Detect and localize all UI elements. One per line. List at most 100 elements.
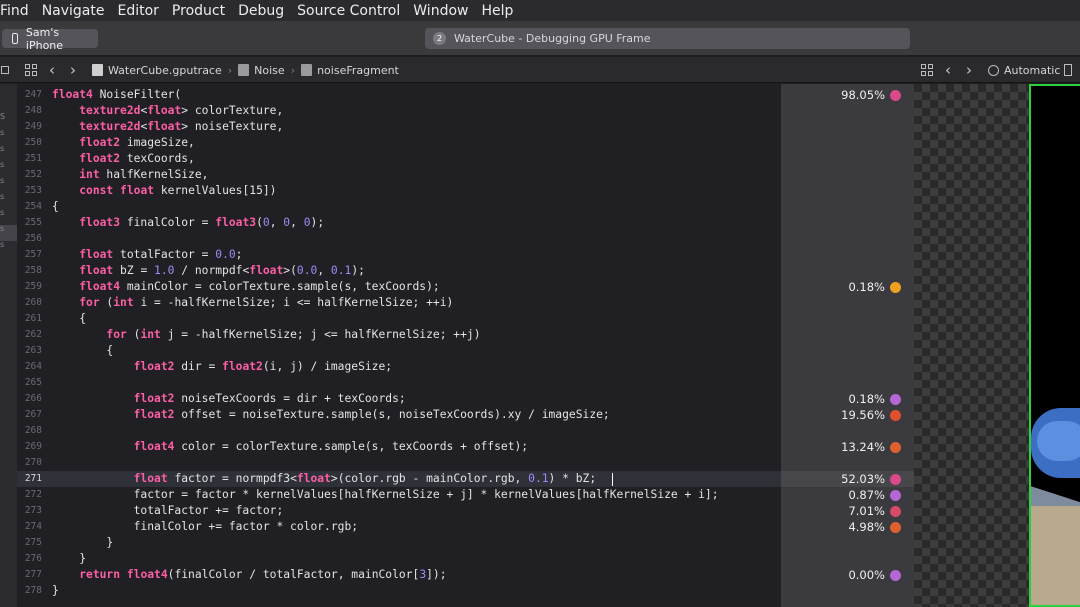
code-line[interactable]: 250 float2 imageSize,	[17, 135, 781, 151]
keyword-token: float	[147, 120, 182, 133]
breadcrumb-item-noise[interactable]: Noise	[254, 64, 285, 77]
navigator-row-label[interactable]: s	[0, 224, 4, 233]
source-editor[interactable]: 247 float4 NoiseFilter(248 texture2d<floa…	[17, 84, 781, 607]
code-line[interactable]: 260 for (int i = -halfKernelSize; i <= h…	[17, 295, 781, 311]
code-token: kernelValues[15])	[154, 184, 277, 197]
code-line[interactable]: 254 {	[17, 199, 781, 215]
code-line[interactable]: 274 finalColor += factor * color.rgb;	[17, 519, 781, 535]
code-line[interactable]: 251 float2 texCoords,	[17, 151, 781, 167]
render-target-preview[interactable]	[1029, 84, 1080, 607]
code-line[interactable]: 262 for (int j = -halfKernelSize; j <= h…	[17, 327, 781, 343]
activity-badge: 2	[433, 32, 446, 45]
line-cost-metric[interactable]: 98.05%	[841, 87, 901, 103]
code-line[interactable]: 271 float factor = normpdf3<float>(color…	[17, 471, 781, 487]
code-line[interactable]: 248 texture2d<float> colorTexture,	[17, 103, 781, 119]
code-line[interactable]: 258 float bZ = 1.0 / normpdf<float>(0.0,…	[17, 263, 781, 279]
assistant-forward-icon[interactable]: ›	[966, 57, 972, 83]
line-cost-metric[interactable]: 19.56%	[841, 407, 901, 423]
menu-item-product[interactable]: Product	[172, 3, 238, 19]
line-cost-metric[interactable]: 52.03%	[841, 471, 901, 487]
code-line[interactable]: 255 float3 finalColor = float3(0, 0, 0);	[17, 215, 781, 231]
navigator-row-label[interactable]: s	[0, 128, 4, 137]
menu-item-navigate[interactable]: Navigate	[42, 3, 118, 19]
related-items-icon[interactable]	[25, 57, 37, 83]
menu-item-source-control[interactable]: Source Control	[297, 3, 413, 19]
code-line[interactable]: 265	[17, 375, 781, 391]
frame-viewer[interactable]	[914, 84, 1080, 607]
navigator-row-label[interactable]: s	[0, 176, 4, 185]
navigator-row-label[interactable]: s	[0, 160, 4, 169]
cost-pie-icon	[890, 281, 901, 293]
split-editor-icon[interactable]	[1064, 64, 1073, 76]
assistant-back-icon[interactable]: ‹	[945, 57, 951, 83]
line-number: 249	[24, 121, 42, 132]
code-line[interactable]: 277 return float4(finalColor / totalFact…	[17, 567, 781, 583]
line-cost-metric[interactable]: 0.18%	[848, 391, 901, 407]
menu-item-find[interactable]: Find	[0, 3, 42, 19]
code-line[interactable]: 267 float2 offset = noiseTexture.sample(…	[17, 407, 781, 423]
line-number: 253	[24, 185, 42, 196]
line-cost-metric[interactable]: 0.00%	[848, 567, 901, 583]
menu-item-editor[interactable]: Editor	[117, 3, 171, 19]
assistant-mode-selector[interactable]: Automatic	[988, 57, 1073, 83]
line-number: 250	[24, 137, 42, 148]
keyword-token: float2	[79, 152, 121, 165]
forward-icon[interactable]: ›	[70, 57, 76, 83]
code-line[interactable]: 270	[17, 455, 781, 471]
code-line[interactable]: 256	[17, 231, 781, 247]
code-line[interactable]: 263 {	[17, 343, 781, 359]
breadcrumb-item-function[interactable]: noiseFragment	[317, 64, 399, 77]
device-selector[interactable]: Sam's iPhone	[2, 26, 98, 52]
code-line[interactable]: 247 float4 NoiseFilter(	[17, 87, 781, 103]
code-token: NoiseFilter(	[92, 88, 182, 101]
code-token: imageSize,	[120, 136, 195, 149]
code-text: float3 finalColor = float3(0, 0, 0);	[52, 215, 324, 231]
code-line[interactable]: 266 float2 noiseTexCoords = dir + texCoo…	[17, 391, 781, 407]
line-number: 275	[24, 537, 42, 548]
line-cost-metric[interactable]: 7.01%	[848, 503, 901, 519]
line-cost-metric[interactable]: 0.18%	[848, 279, 901, 295]
keyword-token: float	[120, 184, 155, 197]
breadcrumb-item-gputrace[interactable]: WaterCube.gputrace	[108, 64, 222, 77]
code-token: {	[52, 312, 87, 325]
keyword-token: const	[79, 184, 114, 197]
navigator-row-label[interactable]: s	[0, 208, 4, 217]
line-cost-metric[interactable]: 13.24%	[841, 439, 901, 455]
menu-item-window[interactable]: Window	[413, 3, 481, 19]
back-icon[interactable]: ‹	[49, 57, 55, 83]
navigator-row-label[interactable]: S	[0, 112, 5, 121]
code-line[interactable]: 273 totalFactor += factor;	[17, 503, 781, 519]
navigator-row-label[interactable]: s	[0, 144, 4, 153]
code-line[interactable]: 268	[17, 423, 781, 439]
line-number: 256	[24, 233, 42, 244]
toolbar: Sam's iPhone 2 WaterCube - Debugging GPU…	[0, 21, 1080, 56]
menu-item-debug[interactable]: Debug	[238, 3, 297, 19]
code-line[interactable]: 252 int halfKernelSize,	[17, 167, 781, 183]
code-line[interactable]: 276 }	[17, 551, 781, 567]
code-line[interactable]: 253 const float kernelValues[15])	[17, 183, 781, 199]
code-token: > colorTexture,	[181, 104, 284, 117]
navigator-row-label[interactable]: s	[0, 192, 4, 201]
code-line[interactable]: 261 {	[17, 311, 781, 327]
code-text: }	[52, 551, 86, 567]
water-highlight-shape	[1037, 421, 1080, 461]
code-line[interactable]: 269 float4 color = colorTexture.sample(s…	[17, 439, 781, 455]
navigator-row-label[interactable]: s	[0, 240, 4, 249]
code-line[interactable]: 249 texture2d<float> noiseTexture,	[17, 119, 781, 135]
code-line[interactable]: 259 float4 mainColor = colorTexture.samp…	[17, 279, 781, 295]
left-panel-toggle-icon[interactable]	[1, 57, 9, 83]
line-cost-metric[interactable]: 0.87%	[848, 487, 901, 503]
line-cost-metric[interactable]: 4.98%	[848, 519, 901, 535]
code-line[interactable]: 257 float totalFactor = 0.0;	[17, 247, 781, 263]
breadcrumb-separator-icon: ›	[227, 63, 233, 77]
code-line[interactable]: 264 float2 dir = float2(i, j) / imageSiz…	[17, 359, 781, 375]
code-line[interactable]: 278}	[17, 583, 781, 599]
menu-item-help[interactable]: Help	[481, 3, 526, 19]
code-line[interactable]: 272 factor = factor * kernelValues[halfK…	[17, 487, 781, 503]
code-token: bZ =	[113, 264, 155, 277]
assistant-related-items-icon[interactable]	[921, 57, 933, 83]
code-line[interactable]: 275 }	[17, 535, 781, 551]
